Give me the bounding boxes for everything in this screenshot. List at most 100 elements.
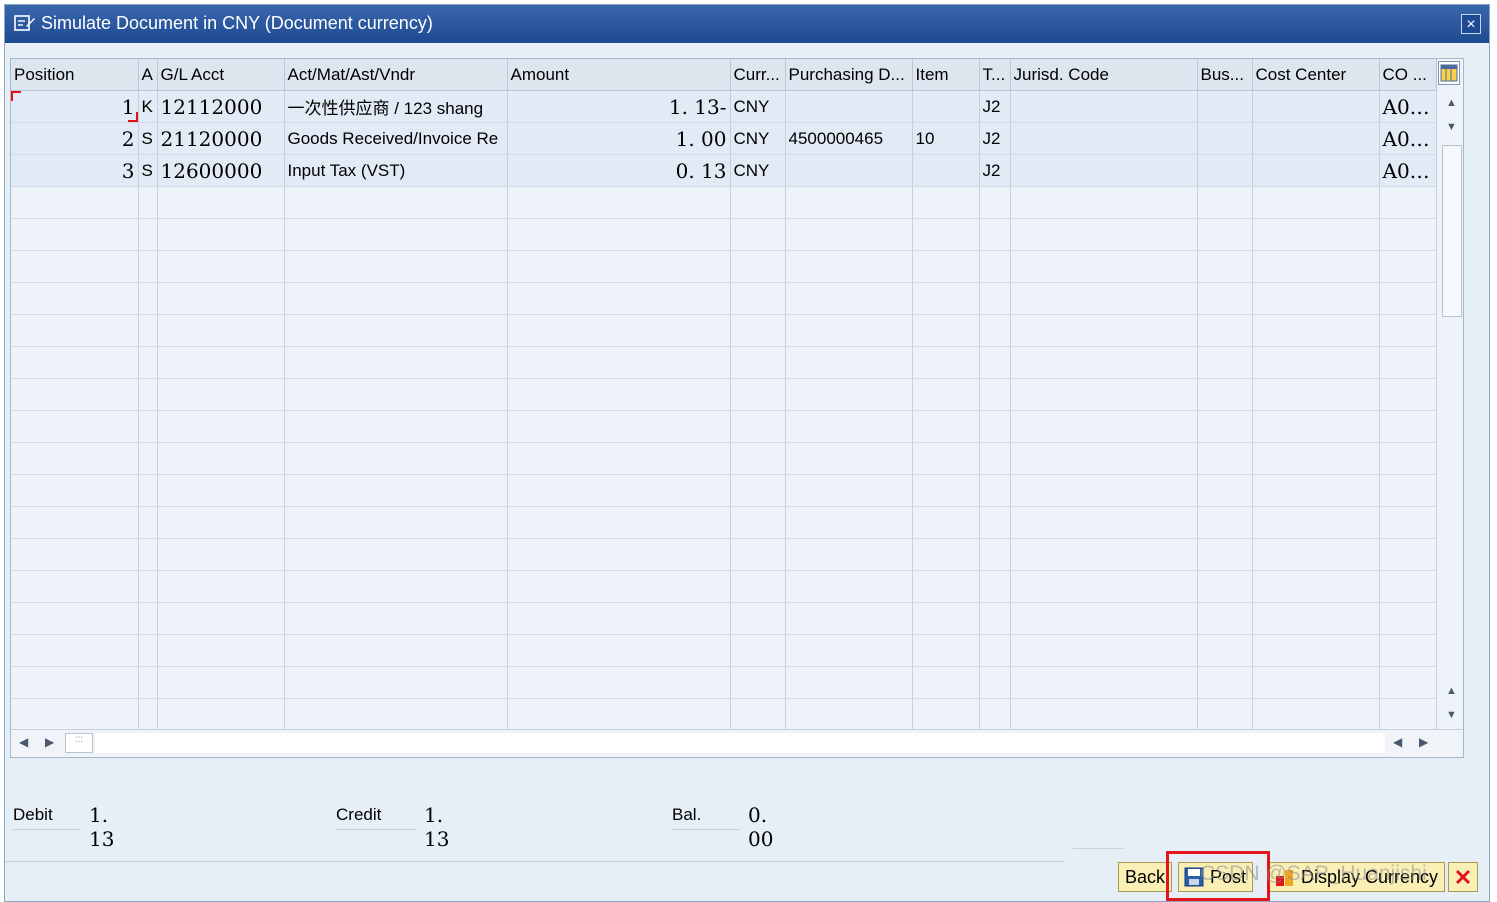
empty-cell[interactable] (1252, 410, 1380, 443)
cell-jurisd-code[interactable] (1010, 122, 1198, 155)
empty-cell[interactable] (138, 538, 158, 571)
empty-cell[interactable] (284, 570, 508, 603)
empty-table-row[interactable] (11, 698, 1437, 731)
empty-cell[interactable] (284, 314, 508, 347)
empty-cell[interactable] (507, 666, 731, 699)
empty-cell[interactable] (1197, 186, 1253, 219)
empty-cell[interactable] (11, 186, 139, 219)
empty-cell[interactable] (785, 698, 913, 731)
empty-cell[interactable] (912, 346, 980, 379)
column-header-position[interactable]: Position (11, 59, 139, 91)
empty-cell[interactable] (979, 250, 1011, 283)
scroll-right-icon[interactable]: ▶ (45, 735, 54, 749)
empty-cell[interactable] (979, 314, 1011, 347)
empty-cell[interactable] (157, 442, 285, 475)
column-header-item[interactable]: Item (912, 59, 980, 91)
cell-tax[interactable]: J2 (979, 154, 1011, 187)
empty-cell[interactable] (1197, 314, 1253, 347)
empty-cell[interactable] (785, 346, 913, 379)
empty-cell[interactable] (979, 346, 1011, 379)
empty-cell[interactable] (979, 218, 1011, 251)
empty-cell[interactable] (730, 442, 786, 475)
empty-cell[interactable] (1379, 410, 1437, 443)
empty-cell[interactable] (507, 442, 731, 475)
cell-purchasing-doc[interactable] (785, 90, 913, 123)
empty-cell[interactable] (284, 186, 508, 219)
empty-cell[interactable] (157, 538, 285, 571)
empty-cell[interactable] (979, 698, 1011, 731)
empty-cell[interactable] (912, 538, 980, 571)
empty-cell[interactable] (157, 346, 285, 379)
empty-cell[interactable] (507, 538, 731, 571)
empty-cell[interactable] (157, 314, 285, 347)
empty-cell[interactable] (507, 346, 731, 379)
empty-cell[interactable] (785, 666, 913, 699)
empty-cell[interactable] (1252, 282, 1380, 315)
empty-cell[interactable] (1010, 442, 1198, 475)
empty-cell[interactable] (912, 282, 980, 315)
cell-amount[interactable]: 0. 13 (507, 154, 731, 187)
table-row[interactable]: 2 S 21120000 Goods Received/Invoice Re 1… (11, 122, 1437, 155)
empty-cell[interactable] (1379, 538, 1437, 571)
column-header-jurisd-code[interactable]: Jurisd. Code (1010, 59, 1198, 91)
empty-cell[interactable] (157, 602, 285, 635)
empty-cell[interactable] (157, 666, 285, 699)
empty-cell[interactable] (912, 666, 980, 699)
empty-cell[interactable] (1379, 186, 1437, 219)
cell-a[interactable]: S (138, 154, 158, 187)
empty-cell[interactable] (284, 346, 508, 379)
cell-a[interactable]: S (138, 122, 158, 155)
empty-cell[interactable] (138, 506, 158, 539)
vertical-scrollbar[interactable]: ▲ ▼ ▲ ▼ (1441, 93, 1463, 729)
empty-cell[interactable] (1197, 698, 1253, 731)
empty-cell[interactable] (912, 634, 980, 667)
empty-cell[interactable] (1379, 346, 1437, 379)
empty-cell[interactable] (730, 282, 786, 315)
empty-cell[interactable] (1197, 378, 1253, 411)
empty-cell[interactable] (1197, 538, 1253, 571)
empty-cell[interactable] (1010, 506, 1198, 539)
column-header-business-area[interactable]: Bus... (1197, 59, 1253, 91)
empty-cell[interactable] (785, 474, 913, 507)
empty-cell[interactable] (1379, 474, 1437, 507)
empty-cell[interactable] (730, 698, 786, 731)
empty-cell[interactable] (1252, 538, 1380, 571)
empty-table-row[interactable] (11, 250, 1437, 283)
cell-purchasing-doc[interactable] (785, 154, 913, 187)
empty-cell[interactable] (730, 506, 786, 539)
empty-cell[interactable] (284, 410, 508, 443)
horizontal-scroll-thumb[interactable]: ::: (65, 733, 93, 753)
cell-currency[interactable]: CNY (730, 122, 786, 155)
empty-cell[interactable] (979, 506, 1011, 539)
empty-cell[interactable] (157, 570, 285, 603)
empty-cell[interactable] (11, 506, 139, 539)
empty-cell[interactable] (1252, 506, 1380, 539)
empty-cell[interactable] (1252, 474, 1380, 507)
empty-cell[interactable] (730, 410, 786, 443)
layout-settings-button[interactable] (1438, 61, 1460, 85)
scroll-left-icon[interactable]: ◀ (19, 735, 28, 749)
cell-vendor[interactable]: Input Tax (VST) (284, 154, 508, 187)
back-button[interactable]: Back (1118, 862, 1173, 892)
empty-cell[interactable] (730, 474, 786, 507)
empty-cell[interactable] (1010, 634, 1198, 667)
empty-cell[interactable] (507, 250, 731, 283)
empty-cell[interactable] (138, 186, 158, 219)
empty-cell[interactable] (912, 698, 980, 731)
empty-cell[interactable] (785, 250, 913, 283)
empty-cell[interactable] (507, 602, 731, 635)
empty-cell[interactable] (730, 250, 786, 283)
empty-cell[interactable] (1010, 186, 1198, 219)
empty-cell[interactable] (1379, 602, 1437, 635)
empty-cell[interactable] (979, 570, 1011, 603)
empty-cell[interactable] (979, 186, 1011, 219)
empty-cell[interactable] (11, 378, 139, 411)
empty-cell[interactable] (157, 410, 285, 443)
empty-cell[interactable] (979, 474, 1011, 507)
empty-cell[interactable] (11, 570, 139, 603)
empty-cell[interactable] (157, 634, 285, 667)
empty-cell[interactable] (157, 506, 285, 539)
table-row[interactable]: 3 S 12600000 Input Tax (VST) 0. 13 CNY J… (11, 154, 1437, 187)
empty-cell[interactable] (507, 282, 731, 315)
empty-cell[interactable] (11, 634, 139, 667)
